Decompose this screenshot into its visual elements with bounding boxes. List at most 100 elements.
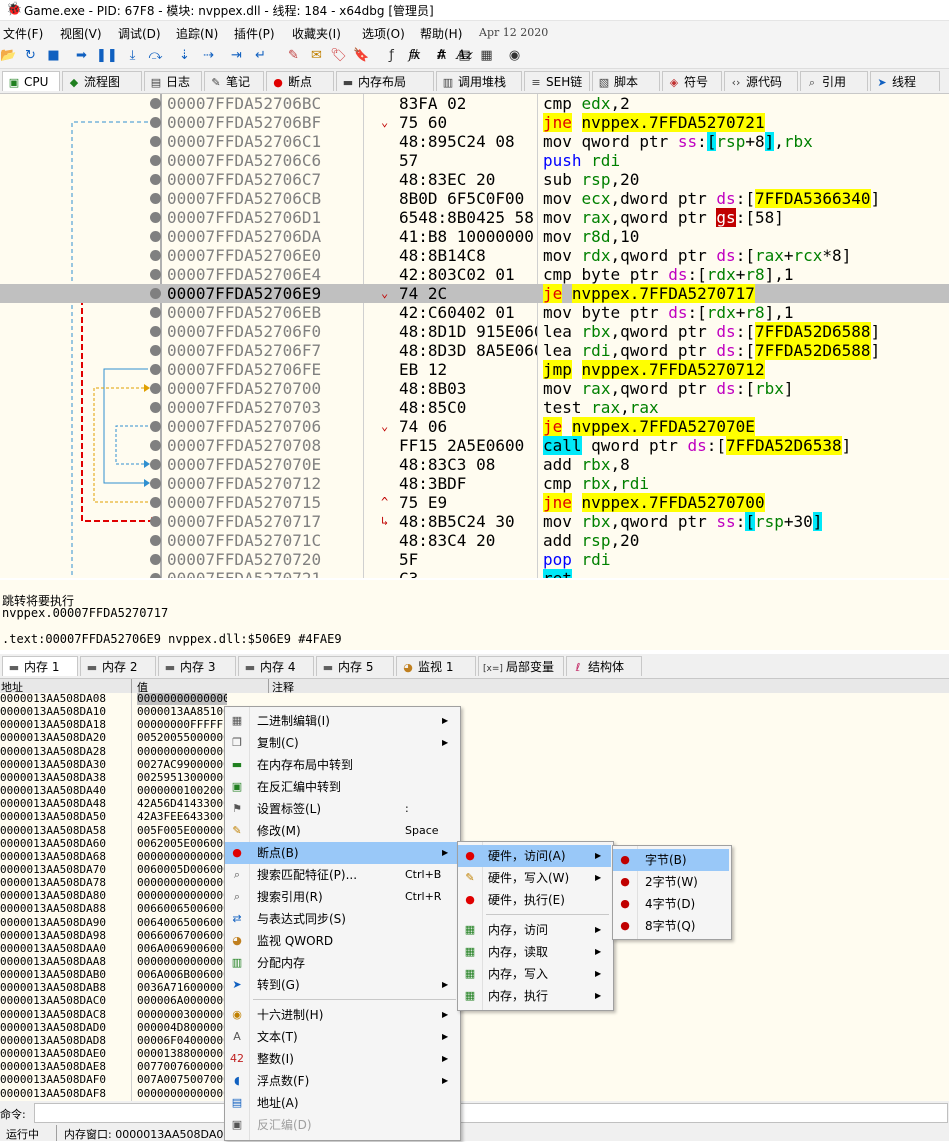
memory-row[interactable]: 0000013AA508DA58 005F005E00000000 — [0, 824, 949, 837]
disasm-row[interactable]: 00007FFDA52706C7 48:83EC 20 sub rsp,20 — [0, 170, 949, 189]
memory-row[interactable]: 0000013AA508DA20 0052005500000000 — [0, 732, 949, 744]
tab-10[interactable]: ‹› 源代码 — [724, 71, 798, 91]
menu-item-4[interactable]: 插件(P) — [234, 25, 275, 42]
memory-row[interactable]: 0000013AA508DA40 0000000100200000 — [0, 785, 949, 797]
tab-4[interactable]: ● 断点 — [266, 71, 334, 91]
menu-item-mem-read[interactable]: ▦ 内存，读取 ▶ — [458, 941, 611, 963]
breakpoint-dot-icon[interactable] — [150, 250, 161, 261]
disasm-row[interactable]: 00007FFDA52706D1 6548:8B0425 58 mov rax,qw… — [0, 208, 949, 227]
step-into-icon[interactable]: ⤓ — [124, 47, 141, 64]
tab-2[interactable]: ▤ 日志 — [144, 71, 202, 91]
memory-row[interactable]: 0000013AA508DAD8 00006F0400000000 — [0, 1034, 949, 1047]
menu-item-hw-access[interactable]: ● 硬件，访问(A) ▶ — [458, 845, 611, 867]
memory-tab-3[interactable]: ▬ 内存 4 — [238, 656, 314, 676]
menu-item-label-set[interactable]: ⚑ 设置标签(L): — [225, 798, 458, 820]
disasm-row[interactable]: 00007FFDA52706E4 42:803C02 01 cmp byte ptr… — [0, 265, 949, 284]
tab-8[interactable]: ▧ 脚本 — [592, 71, 660, 91]
breakpoint-dot-icon[interactable] — [150, 231, 161, 242]
menu-item-2[interactable]: 调试(D) — [118, 25, 161, 42]
disasm-row[interactable]: 00007FFDA527071C 48:83C4 20 add rsp,20 — [0, 531, 949, 550]
menu-item-float[interactable]: ◖ 浮点数(F) ▶ — [225, 1070, 458, 1092]
trace-over-icon[interactable]: ⇢ — [200, 47, 217, 64]
run-icon[interactable]: ➡ — [73, 47, 90, 64]
breakpoint-dot-icon[interactable] — [150, 307, 161, 318]
menu-item-3[interactable]: 追踪(N) — [176, 25, 218, 42]
tab-5[interactable]: ▬ 内存布局 — [336, 71, 434, 91]
disasm-row[interactable]: 00007FFDA52706F7 48:8D3D 8A5E0600 lea rdi,… — [0, 341, 949, 360]
disasm-row[interactable]: 00007FFDA52706DA 41:B8 10000000 mov r8d,10 — [0, 227, 949, 246]
menu-item-copy[interactable]: ❐ 复制(C) ▶ — [225, 732, 458, 754]
menu-item-0[interactable]: 文件(F) — [3, 25, 43, 42]
menu-item-byte[interactable]: ● 字节(B) — [613, 849, 729, 871]
disasm-row[interactable]: 00007FFDA5270721 C3 ret — [0, 569, 949, 578]
disasm-row[interactable]: 00007FFDA52706CB 8B0D 6F5C0F00 mov ecx,dwo… — [0, 189, 949, 208]
menu-item-disasm-mode[interactable]: ▣ 反汇编(D) — [225, 1114, 458, 1136]
memory-row[interactable]: 0000013AA508DA50 42A3FEE643300000 — [0, 811, 949, 823]
disasm-row[interactable]: 00007FFDA52706BF ⌄ 75 60 jne nvppex.7FFDA52… — [0, 113, 949, 132]
menu-item-5[interactable]: 收藏夹(I) — [292, 25, 341, 42]
breakpoint-dot-icon[interactable] — [150, 459, 161, 470]
memory-tab-5[interactable]: ◕ 监视 1 — [396, 656, 476, 676]
breakpoint-dot-icon[interactable] — [150, 440, 161, 451]
breakpoint-dot-icon[interactable] — [150, 269, 161, 280]
bookmark-icon[interactable]: 🔖 — [353, 47, 370, 64]
disasm-row[interactable]: 00007FFDA5270715 ^ 75 E9 jne nvppex.7FFDA52… — [0, 493, 949, 512]
memory-row[interactable]: 0000013AA508DAF8 0000000000000000 — [0, 1087, 949, 1100]
menu-item-mem-access[interactable]: ▦ 内存，访问 ▶ — [458, 919, 611, 941]
breakpoint-dot-icon[interactable] — [150, 326, 161, 337]
menu-item-integer[interactable]: 42 整数(I) ▶ — [225, 1048, 458, 1070]
tab-7[interactable]: ≡ SEH链 — [524, 71, 590, 91]
memory-row[interactable]: 0000013AA508DA10 0000013AA8510000 — [0, 706, 949, 718]
memory-row[interactable]: 0000013AA508DA18 00000000FFFFFFFF — [0, 719, 949, 731]
menu-item-dword[interactable]: ● 4字节(D) — [613, 893, 729, 915]
menu-item-memory-map-goto[interactable]: ▬ 在内存布局中转到 — [225, 754, 458, 776]
comment-icon[interactable]: ✉ — [308, 47, 325, 64]
menu-item-search-ref[interactable]: ⌕ 搜索引用(R) Ctrl+R — [225, 886, 458, 908]
breakpoint-dot-icon[interactable] — [150, 136, 161, 147]
disasm-row[interactable]: 00007FFDA5270708 FF15 2A5E0600 call qword … — [0, 436, 949, 455]
menu-item-word[interactable]: ● 2字节(W) — [613, 871, 729, 893]
tab-9[interactable]: ◈ 符号 — [662, 71, 722, 91]
menu-item-hex[interactable]: ◉ 十六进制(H) ▶ — [225, 1004, 458, 1026]
memory-tab-4[interactable]: ▬ 内存 5 — [316, 656, 394, 676]
tab-6[interactable]: ▥ 调用堆栈 — [436, 71, 522, 91]
disasm-row[interactable]: 00007FFDA52706BC 83FA 02 cmp edx,2 — [0, 94, 949, 113]
breakpoint-dot-icon[interactable] — [150, 117, 161, 128]
disasm-row[interactable]: 00007FFDA52706FE EB 12 jmp nvppex.7FFDA527… — [0, 360, 949, 379]
step-over-icon[interactable]: ⤼ — [147, 47, 164, 64]
menu-item-hw-write[interactable]: ✎ 硬件，写入(W) ▶ — [458, 867, 611, 889]
memory-row[interactable]: 0000013AA508DA08 0000000000000000 — [0, 693, 949, 705]
tab-1[interactable]: ◆ 流程图 — [62, 71, 142, 91]
menu-item-qword[interactable]: ● 8字节(Q) — [613, 915, 729, 937]
disasm-row[interactable]: 00007FFDA52706E9 ⌄ 74 2C je nvppex.7FFDA527… — [0, 284, 949, 303]
command-input[interactable] — [34, 1103, 948, 1123]
memory-row[interactable]: 0000013AA508DAF0 007A007500700000 — [0, 1074, 949, 1086]
breakpoint-dot-icon[interactable] — [150, 497, 161, 508]
disassembly-view[interactable]: 00007FFDA52706BC 83FA 02 cmp edx,2 00007FFD… — [0, 94, 949, 578]
stop-icon[interactable]: ■ — [45, 47, 62, 64]
menu-item-mem-exec[interactable]: ▦ 内存，执行 ▶ — [458, 985, 611, 1007]
disasm-row[interactable]: 00007FFDA52706E0 48:8B14C8 mov rdx,qword p… — [0, 246, 949, 265]
disasm-row[interactable]: 00007FFDA52706C1 48:895C24 08 mov qword pt… — [0, 132, 949, 151]
menu-item-text-mode[interactable]: A 文本(T) ▶ — [225, 1026, 458, 1048]
menu-item-pattern[interactable]: ⌕ 搜索匹配特征(P)... Ctrl+B — [225, 864, 458, 886]
memory-tab-0[interactable]: ▬ 内存 1 — [2, 656, 78, 676]
memory-row[interactable]: 0000013AA508DA38 0025951300000000 — [0, 771, 949, 784]
menu-item-mem-write[interactable]: ▦ 内存，写入 ▶ — [458, 963, 611, 985]
tab-11[interactable]: ⌕ 引用 — [800, 71, 868, 91]
calculator-icon[interactable]: ▦ — [478, 47, 495, 64]
breakpoint-dot-icon[interactable] — [150, 98, 161, 109]
menu-item-sync[interactable]: ⇄ 与表达式同步(S) — [225, 908, 458, 930]
breakpoint-dot-icon[interactable] — [150, 478, 161, 489]
trace-into-icon[interactable]: ⇣ — [176, 47, 193, 64]
toolbar-text-button-0[interactable]: fx — [406, 47, 423, 64]
memory-row[interactable]: 0000013AA508DA30 0027AC9900000000 — [0, 758, 949, 771]
disasm-row[interactable]: 00007FFDA5270720 5F pop rdi — [0, 550, 949, 569]
breakpoint-dot-icon[interactable] — [150, 421, 161, 432]
breakpoint-dot-icon[interactable] — [150, 383, 161, 394]
breakpoint-dot-icon[interactable] — [150, 174, 161, 185]
disasm-row[interactable]: 00007FFDA5270703 48:85C0 test rax,rax — [0, 398, 949, 417]
memory-row[interactable]: 0000013AA508DAE8 0077007600000000 — [0, 1061, 949, 1073]
disasm-row[interactable]: 00007FFDA5270717 ↳ 48:8B5C24 30 mov rbx,qwo… — [0, 512, 949, 531]
breakpoint-dot-icon[interactable] — [150, 193, 161, 204]
